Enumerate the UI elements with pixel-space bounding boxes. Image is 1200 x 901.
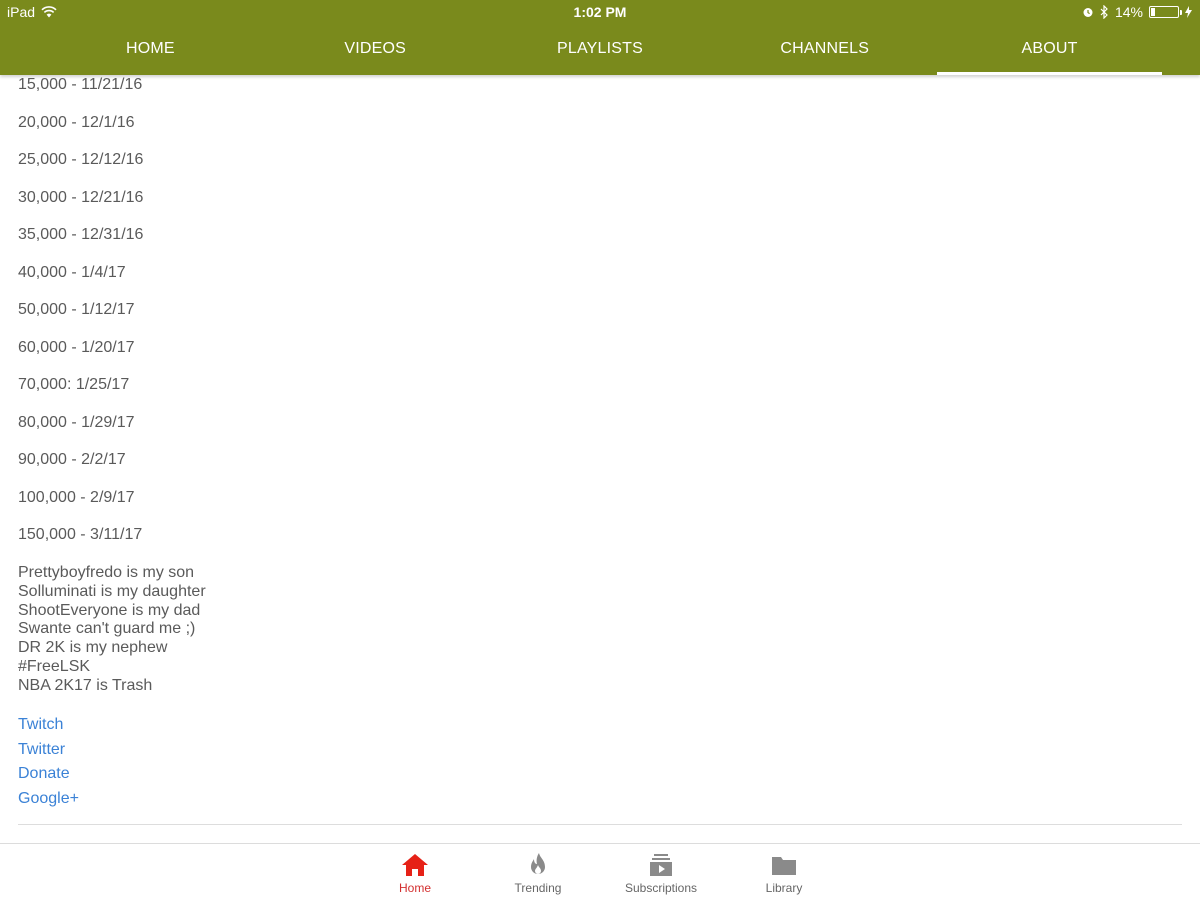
bluetooth-icon	[1100, 5, 1108, 19]
folder-icon	[772, 857, 796, 875]
about-content[interactable]: 15,000 - 11/21/16 20,000 - 12/1/16 25,00…	[18, 75, 1182, 843]
status-time: 1:02 PM	[573, 4, 627, 20]
link-twitch[interactable]: Twitch	[18, 713, 79, 738]
battery-icon	[1149, 6, 1182, 18]
nav-trending[interactable]: Trending	[483, 844, 593, 901]
about-line: DR 2K is my nephew	[18, 639, 168, 657]
milestone-item: 50,000 - 1/12/17	[18, 301, 135, 318]
nav-label: Library	[765, 881, 803, 895]
milestone-item: 25,000 - 12/12/16	[18, 151, 144, 168]
battery-level	[1151, 8, 1155, 16]
tab-playlists[interactable]: PLAYLISTS	[488, 24, 713, 75]
channel-tabs: HOME VIDEOS PLAYLISTS CHANNELS ABOUT	[38, 24, 1162, 75]
nav-label: Home	[398, 881, 431, 895]
milestone-item: 35,000 - 12/31/16	[18, 226, 144, 243]
nav-label: Subscriptions	[624, 881, 698, 895]
tab-videos[interactable]: VIDEOS	[263, 24, 488, 75]
link-twitter[interactable]: Twitter	[18, 738, 79, 763]
about-description: Prettyboyfredo is my son Solluminati is …	[18, 564, 206, 696]
milestone-item: 30,000 - 12/21/16	[18, 188, 144, 206]
home-icon	[402, 854, 428, 876]
link-donate[interactable]: Donate	[18, 762, 79, 787]
milestone-item: 60,000 - 1/20/17	[18, 338, 135, 356]
tab-about[interactable]: ABOUT	[937, 24, 1162, 75]
bottom-navigation: Home Trending Subscriptions Library	[0, 843, 1200, 901]
milestone-item: 15,000 - 11/21/16	[18, 76, 143, 93]
alarm-icon	[1083, 8, 1093, 17]
about-line: Swante can't guard me ;)	[18, 620, 196, 638]
tab-channels[interactable]: CHANNELS	[712, 24, 937, 75]
nav-label: Trending	[514, 881, 562, 895]
charging-icon	[1185, 6, 1192, 18]
app-bar: iPad 1:02 PM 14% HOME VIDEOS PLAYLISTS C…	[0, 0, 1200, 75]
nav-subscriptions[interactable]: Subscriptions	[606, 844, 716, 901]
divider	[18, 824, 1182, 825]
milestone-item: 70,000: 1/25/17	[18, 376, 130, 393]
nav-home[interactable]: Home	[360, 844, 470, 901]
subscriptions-icon	[650, 854, 672, 876]
milestone-list: 15,000 - 11/21/16 20,000 - 12/1/16 25,00…	[18, 75, 143, 563]
status-bar: iPad 1:02 PM 14%	[0, 0, 1200, 24]
about-line: Prettyboyfredo is my son	[18, 564, 195, 581]
tab-home[interactable]: HOME	[38, 24, 263, 75]
flame-icon	[531, 853, 545, 874]
about-line: NBA 2K17 is Trash	[18, 676, 153, 694]
about-line: ShootEveryone is my dad	[18, 601, 201, 619]
milestone-item: 40,000 - 1/4/17	[18, 263, 126, 281]
milestone-item: 90,000 - 2/2/17	[18, 451, 126, 468]
about-line: Solluminati is my daughter	[18, 582, 206, 600]
milestone-item: 100,000 - 2/9/17	[18, 488, 135, 506]
about-line: #FreeLSK	[18, 657, 91, 675]
nav-library[interactable]: Library	[729, 844, 839, 901]
channel-links: Twitch Twitter Donate Google+	[18, 713, 79, 812]
battery-percent: 14%	[1114, 4, 1143, 20]
milestone-item: 150,000 - 3/11/17	[18, 526, 143, 543]
link-google-plus[interactable]: Google+	[18, 787, 79, 812]
milestone-item: 80,000 - 1/29/17	[18, 413, 135, 431]
milestone-item: 20,000 - 12/1/16	[18, 113, 135, 131]
